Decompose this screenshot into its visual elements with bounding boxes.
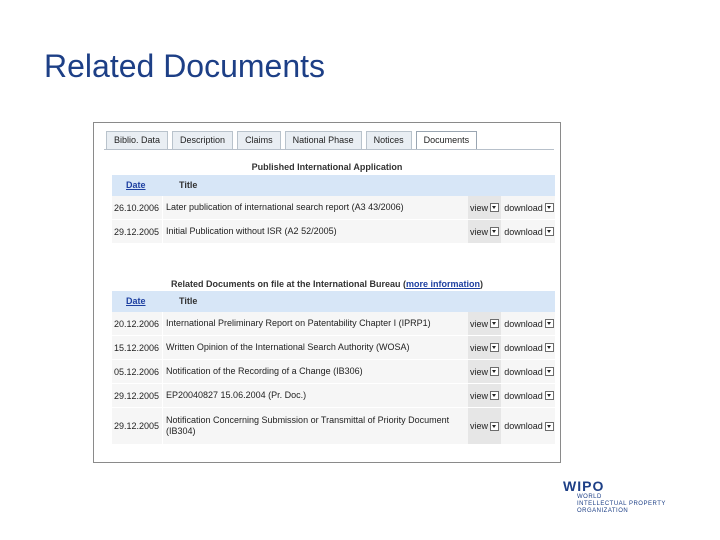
- table-row: 29.12.2005 Initial Publication without I…: [112, 220, 555, 244]
- view-dropdown[interactable]: view: [468, 384, 501, 407]
- dropdown-arrow-icon: [490, 343, 499, 352]
- tab-divider: [104, 149, 554, 150]
- row-title: International Preliminary Report on Pate…: [162, 312, 465, 335]
- related-table: Date Title 20.12.2006 International Prel…: [112, 291, 555, 445]
- dropdown-arrow-icon: [544, 421, 554, 431]
- download-dropdown[interactable]: download: [503, 360, 555, 383]
- download-label: download: [504, 202, 543, 213]
- related-date-column-header[interactable]: Date: [126, 296, 146, 306]
- dropdown-arrow-icon: [544, 203, 554, 212]
- wipo-logo-wordmark: WIPO: [563, 478, 605, 494]
- table-row: 20.12.2006 International Preliminary Rep…: [112, 312, 555, 336]
- tab-claims[interactable]: Claims: [237, 131, 281, 149]
- row-date: 29.12.2005: [114, 421, 160, 431]
- table-row: 29.12.2005 Notification Concerning Submi…: [112, 408, 555, 445]
- dropdown-arrow-icon: [490, 203, 499, 212]
- row-title: Written Opinion of the International Sea…: [162, 336, 465, 359]
- wipo-logo-subtitle: WORLD INTELLECTUAL PROPERTY ORGANIZATION: [577, 494, 666, 515]
- view-dropdown[interactable]: view: [468, 312, 501, 335]
- table-row: 26.10.2006 Later publication of internat…: [112, 196, 555, 220]
- published-title-column-header: Title: [179, 180, 198, 190]
- view-label: view: [469, 342, 488, 353]
- view-label: view: [469, 226, 488, 237]
- dropdown-arrow-icon: [490, 391, 499, 400]
- wipo-logo-line-1: WORLD: [577, 494, 602, 500]
- dropdown-arrow-icon: [490, 227, 499, 236]
- download-dropdown[interactable]: download: [503, 384, 555, 407]
- related-title-column-header: Title: [179, 296, 198, 306]
- more-information-link[interactable]: more information: [406, 279, 480, 289]
- view-label: view: [469, 318, 488, 329]
- dropdown-arrow-icon: [544, 391, 554, 400]
- row-date: 29.12.2005: [114, 390, 160, 401]
- row-title: EP20040827 15.06.2004 (Pr. Doc.): [162, 384, 465, 407]
- published-date-column-header[interactable]: Date: [126, 180, 146, 190]
- download-label: download: [504, 366, 543, 377]
- slide-title: Related Documents: [44, 48, 326, 84]
- view-dropdown[interactable]: view: [468, 360, 501, 383]
- view-dropdown[interactable]: view: [468, 196, 501, 219]
- row-date: 15.12.2006: [114, 342, 160, 353]
- row-date: 29.12.2005: [114, 226, 160, 237]
- download-label: download: [504, 342, 543, 353]
- dropdown-arrow-icon: [544, 319, 554, 328]
- tab-biblio-data[interactable]: Biblio. Data: [106, 131, 169, 149]
- related-link-suffix: ): [480, 279, 484, 289]
- dropdown-arrow-icon: [544, 367, 554, 376]
- row-title: Initial Publication without ISR (A2 52/2…: [162, 220, 465, 243]
- row-date: 26.10.2006: [114, 202, 160, 213]
- row-date: 20.12.2006: [114, 318, 160, 329]
- view-label: view: [469, 202, 488, 213]
- row-date: 05.12.2006: [114, 366, 160, 377]
- related-table-header: Date Title: [112, 291, 555, 312]
- published-table: Date Title 26.10.2006 Later publication …: [112, 175, 555, 244]
- row-title: Notification Concerning Submission or Tr…: [162, 408, 465, 444]
- row-title: Notification of the Recording of a Chang…: [162, 360, 465, 383]
- view-label: view: [469, 421, 488, 431]
- tab-documents[interactable]: Documents: [415, 131, 478, 150]
- tab-notices[interactable]: Notices: [365, 131, 412, 149]
- download-label: download: [504, 318, 543, 329]
- published-section-heading: Published International Application: [251, 162, 403, 172]
- download-dropdown[interactable]: download: [503, 220, 555, 243]
- documents-screenshot-frame: Biblio. Data Description Claims National…: [93, 122, 561, 463]
- dropdown-arrow-icon: [490, 367, 499, 376]
- dropdown-arrow-icon: [544, 343, 554, 352]
- download-label: download: [504, 421, 543, 431]
- download-dropdown[interactable]: download: [503, 196, 555, 219]
- tab-national-phase[interactable]: National Phase: [284, 131, 362, 149]
- download-label: download: [504, 226, 543, 237]
- tab-bar: Biblio. Data Description Claims National…: [106, 131, 478, 150]
- row-title: Later publication of international searc…: [162, 196, 465, 219]
- dropdown-arrow-icon: [490, 319, 499, 328]
- view-dropdown[interactable]: view: [468, 336, 501, 359]
- wipo-logo-line-3: ORGANIZATION: [577, 508, 629, 514]
- view-dropdown[interactable]: view: [468, 220, 501, 243]
- related-section-heading: Related Documents on file at the Interna…: [94, 279, 560, 289]
- view-dropdown[interactable]: view: [468, 408, 501, 444]
- view-label: view: [469, 366, 488, 377]
- wipo-logo-line-2: INTELLECTUAL PROPERTY: [577, 501, 666, 507]
- download-dropdown[interactable]: download: [503, 408, 555, 444]
- table-row: 29.12.2005 EP20040827 15.06.2004 (Pr. Do…: [112, 384, 555, 408]
- tab-description[interactable]: Description: [172, 131, 234, 149]
- dropdown-arrow-icon: [544, 227, 554, 236]
- dropdown-arrow-icon: [490, 421, 499, 431]
- wipo-logo: WIPO WORLD INTELLECTUAL PROPERTY ORGANIZ…: [563, 478, 703, 518]
- download-label: download: [504, 390, 543, 401]
- download-dropdown[interactable]: download: [503, 312, 555, 335]
- view-label: view: [469, 390, 488, 401]
- related-heading-text: Related Documents on file at the Interna…: [170, 279, 401, 289]
- table-row: 05.12.2006 Notification of the Recording…: [112, 360, 555, 384]
- table-row: 15.12.2006 Written Opinion of the Intern…: [112, 336, 555, 360]
- published-table-header: Date Title: [112, 175, 555, 196]
- download-dropdown[interactable]: download: [503, 336, 555, 359]
